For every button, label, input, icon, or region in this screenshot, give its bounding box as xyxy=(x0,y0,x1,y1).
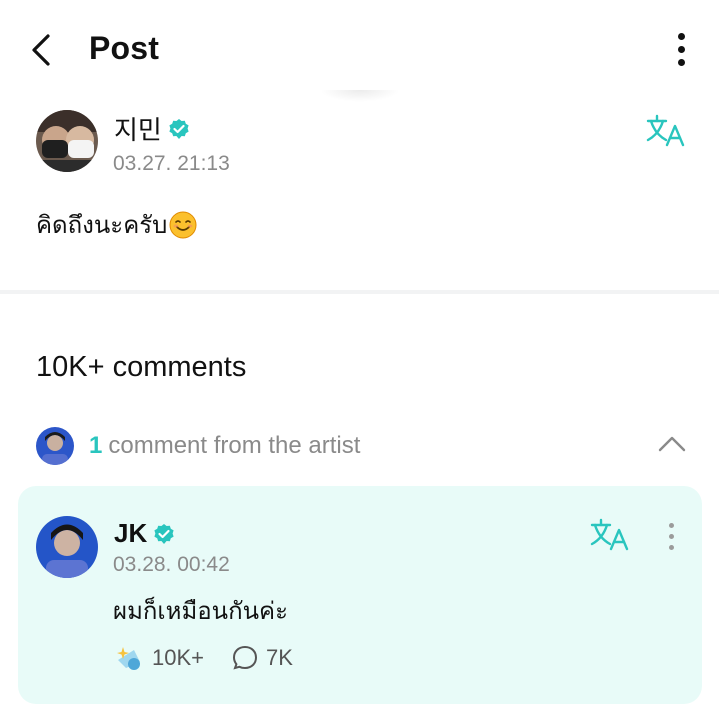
comment-actions: 10K+ 7K xyxy=(114,644,293,672)
avatar[interactable] xyxy=(36,110,98,172)
smiling-face-emoji-icon xyxy=(169,211,197,238)
reply-button[interactable]: 7K xyxy=(232,645,293,671)
like-count: 10K+ xyxy=(152,645,204,670)
translate-icon xyxy=(646,114,685,147)
artist-comment-card: JK 03.28. 00:42 ผมก็เหมือนกันค่ะ 10K+ 7K xyxy=(18,486,702,704)
comment-body: ผมก็เหมือนกันค่ะ xyxy=(113,598,288,625)
comment-timestamp: 03.28. 00:42 xyxy=(113,553,230,576)
reply-count: 7K xyxy=(266,645,293,670)
comment-avatar[interactable] xyxy=(36,516,98,578)
section-divider xyxy=(0,290,719,294)
artist-comments-label: 1 comment from the artist xyxy=(89,432,360,460)
comment-bubble-icon xyxy=(232,645,258,670)
artist-comment-text: comment from the artist xyxy=(108,432,361,459)
like-button[interactable]: 10K+ xyxy=(114,644,204,672)
more-vertical-icon xyxy=(678,33,685,40)
verified-badge-icon xyxy=(154,523,174,544)
comments-count: 10K+ comments xyxy=(36,351,247,383)
more-options-button[interactable] xyxy=(668,30,696,70)
comment-author[interactable]: JK xyxy=(114,518,175,549)
sparkle-like-icon xyxy=(117,647,140,670)
scroll-shadow xyxy=(320,90,400,102)
translate-button[interactable] xyxy=(646,114,686,148)
artist-avatar xyxy=(36,427,74,465)
post-author[interactable]: 지민 xyxy=(114,110,190,147)
post-author-name: 지민 xyxy=(114,115,162,145)
back-button[interactable] xyxy=(24,28,64,72)
page-title: Post xyxy=(89,30,160,66)
post-timestamp: 03.27. 21:13 xyxy=(113,152,230,175)
artist-comments-toggle[interactable]: 1 comment from the artist xyxy=(0,420,719,472)
comment-translate-button[interactable] xyxy=(590,518,630,552)
comment-author-name: JK xyxy=(114,518,148,548)
app-header: Post xyxy=(0,0,719,102)
translate-icon xyxy=(590,518,629,551)
chevron-left-icon xyxy=(32,34,50,66)
chevron-up-icon[interactable] xyxy=(656,432,688,456)
artist-comment-count: 1 xyxy=(89,432,103,459)
more-vertical-icon xyxy=(669,523,674,528)
verified-badge-icon xyxy=(169,118,189,139)
comment-more-button[interactable] xyxy=(662,521,682,553)
post-body: คิดถึงนะครับ xyxy=(36,205,197,244)
post-screen: Post 지민 03.27. 21:13 คิดถึงนะครับ 10K+ c… xyxy=(0,0,719,724)
post-text: คิดถึงนะครับ xyxy=(36,212,168,239)
